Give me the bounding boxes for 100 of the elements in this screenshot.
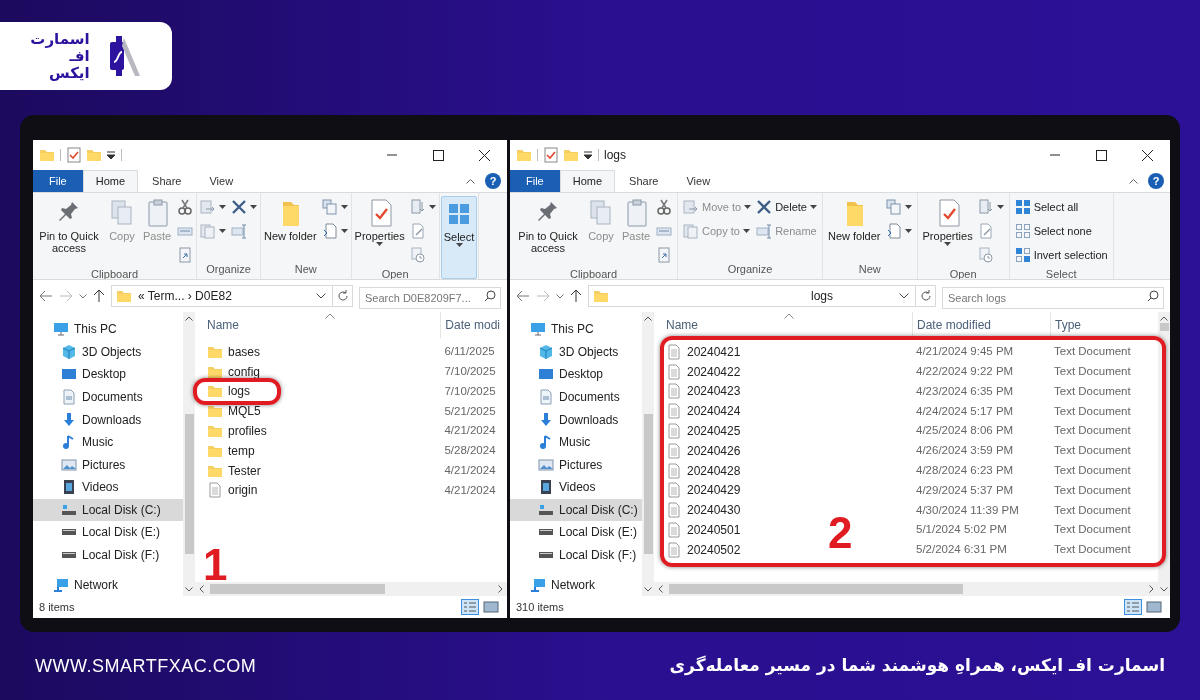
nav-item[interactable]: Music bbox=[510, 430, 642, 454]
ribbon-tab[interactable]: Share bbox=[138, 171, 196, 192]
file-name[interactable]: 20240426 bbox=[687, 441, 741, 460]
scroll-up-icon[interactable] bbox=[185, 316, 193, 321]
nav-item[interactable]: Desktop bbox=[510, 363, 642, 386]
column-header[interactable]: Name bbox=[662, 312, 912, 338]
nav-item[interactable]: Pictures bbox=[33, 453, 183, 477]
nav-item[interactable]: Pictures bbox=[510, 453, 642, 477]
nav-item[interactable]: This PC bbox=[33, 318, 183, 341]
nav-item[interactable]: Local Disk (F:) bbox=[510, 543, 642, 567]
nav-item[interactable]: Music bbox=[33, 430, 183, 454]
new-item-icon[interactable] bbox=[885, 199, 902, 215]
nav-item[interactable]: Local Disk (C:) bbox=[33, 498, 183, 522]
up-arrow-icon[interactable] bbox=[93, 289, 105, 303]
customize-caret-icon[interactable] bbox=[583, 150, 593, 160]
ribbon-tab[interactable]: Home bbox=[559, 170, 616, 192]
file-name[interactable]: 20240428 bbox=[687, 461, 741, 480]
edit-icon[interactable] bbox=[977, 223, 994, 239]
shortcut-icon[interactable] bbox=[656, 247, 672, 263]
file-name[interactable]: config bbox=[228, 362, 261, 381]
ribbon-button[interactable]: New folder bbox=[825, 196, 883, 261]
ribbon-button[interactable]: Properties bbox=[352, 196, 407, 266]
sort-caret-icon[interactable] bbox=[784, 313, 794, 319]
nav-item[interactable]: Local Disk (C:) bbox=[510, 498, 642, 522]
nav-item[interactable]: Videos bbox=[510, 476, 642, 499]
file-name[interactable]: MQL5 bbox=[228, 402, 261, 421]
collapse-caret-icon[interactable] bbox=[1129, 178, 1138, 184]
scrollbar[interactable] bbox=[195, 582, 507, 596]
scroll-left-icon[interactable] bbox=[199, 585, 204, 593]
nav-item[interactable]: Desktop bbox=[33, 363, 183, 386]
forward-arrow-icon[interactable] bbox=[59, 290, 73, 302]
scrollbar-thumb[interactable] bbox=[1159, 323, 1169, 331]
recent-caret-icon[interactable] bbox=[79, 293, 87, 299]
open-icon[interactable] bbox=[409, 199, 426, 215]
scissors-icon[interactable] bbox=[656, 199, 672, 215]
nav-item[interactable]: Downloads bbox=[33, 408, 183, 431]
file-name[interactable]: 20240502 bbox=[687, 540, 741, 559]
forward-arrow-icon[interactable] bbox=[536, 290, 550, 302]
maximize-icon[interactable] bbox=[1095, 149, 1107, 161]
file-name[interactable]: profiles bbox=[228, 422, 267, 441]
nav-item[interactable]: Local Disk (F:) bbox=[33, 543, 183, 567]
address-bar[interactable]: logs bbox=[588, 285, 936, 307]
scrollbar-thumb[interactable] bbox=[184, 414, 194, 554]
ribbon-button[interactable]: Select bbox=[440, 196, 478, 279]
file-name[interactable]: Tester bbox=[228, 461, 261, 480]
help-button[interactable]: ? bbox=[485, 173, 501, 189]
customize-caret-icon[interactable] bbox=[106, 150, 116, 160]
ribbon-button[interactable]: Pin to Quick access bbox=[513, 196, 583, 266]
scroll-left-icon[interactable] bbox=[658, 585, 663, 593]
ribbon-tab[interactable]: Share bbox=[615, 171, 673, 192]
ribbon-button[interactable]: Delete bbox=[756, 196, 817, 218]
scroll-up-icon[interactable] bbox=[644, 316, 652, 321]
ribbon-button[interactable]: New folder bbox=[262, 196, 319, 261]
file-name[interactable]: 20240429 bbox=[687, 481, 741, 500]
properties-icon[interactable] bbox=[543, 147, 559, 163]
refresh-icon[interactable] bbox=[919, 290, 932, 302]
scrollbar-thumb[interactable] bbox=[643, 414, 653, 554]
delete-icon[interactable] bbox=[231, 199, 247, 215]
nav-item[interactable]: Network bbox=[510, 573, 642, 596]
ribbon-button[interactable]: Invert selection bbox=[1014, 244, 1108, 266]
scroll-down-icon[interactable] bbox=[1160, 587, 1168, 592]
help-button[interactable]: ? bbox=[1148, 173, 1164, 189]
nav-item[interactable]: Network bbox=[33, 573, 183, 596]
ribbon-tab[interactable]: View bbox=[672, 171, 725, 192]
nav-item[interactable]: Documents bbox=[510, 385, 642, 409]
file-name[interactable]: logs bbox=[228, 382, 250, 401]
ribbon-button[interactable]: Pin to Quick access bbox=[34, 196, 104, 266]
file-name[interactable]: 20240430 bbox=[687, 501, 741, 520]
scroll-down-icon[interactable] bbox=[185, 587, 193, 592]
edit-icon[interactable] bbox=[409, 223, 426, 239]
large-icons-view-icon[interactable] bbox=[1146, 599, 1162, 615]
file-name[interactable]: 20240422 bbox=[687, 362, 741, 381]
up-arrow-icon[interactable] bbox=[570, 289, 582, 303]
maximize-icon[interactable] bbox=[432, 149, 444, 161]
recent-caret-icon[interactable] bbox=[556, 293, 564, 299]
ribbon-tab[interactable]: Home bbox=[82, 170, 139, 192]
file-name[interactable]: 20240424 bbox=[687, 402, 741, 421]
nav-item[interactable]: Videos bbox=[33, 476, 183, 499]
file-name[interactable]: temp bbox=[228, 441, 255, 460]
search-field[interactable]: Search logs bbox=[942, 287, 1164, 309]
move-to-icon[interactable] bbox=[200, 199, 216, 215]
file-name[interactable]: 20240421 bbox=[687, 342, 741, 361]
rename-icon[interactable] bbox=[231, 223, 247, 239]
scrollbar[interactable] bbox=[642, 312, 654, 596]
scroll-down-icon[interactable] bbox=[644, 587, 652, 592]
properties-icon[interactable] bbox=[66, 147, 82, 163]
close-icon[interactable] bbox=[478, 149, 490, 161]
dropdown-caret-icon[interactable] bbox=[316, 293, 326, 299]
ribbon-button[interactable]: Select none bbox=[1014, 220, 1108, 242]
file-menu-button[interactable]: File bbox=[510, 170, 560, 192]
scissors-icon[interactable] bbox=[177, 199, 193, 215]
nav-item[interactable]: This PC bbox=[510, 318, 642, 341]
back-arrow-icon[interactable] bbox=[39, 290, 53, 302]
history-icon[interactable] bbox=[409, 247, 426, 263]
scrollbar[interactable] bbox=[183, 312, 195, 596]
history-icon[interactable] bbox=[977, 247, 994, 263]
ribbon-tab[interactable]: View bbox=[195, 171, 248, 192]
nav-item[interactable]: 3D Objects bbox=[33, 340, 183, 364]
ribbon-button[interactable]: Select all bbox=[1014, 196, 1108, 218]
column-header[interactable]: Date modi bbox=[440, 312, 507, 338]
